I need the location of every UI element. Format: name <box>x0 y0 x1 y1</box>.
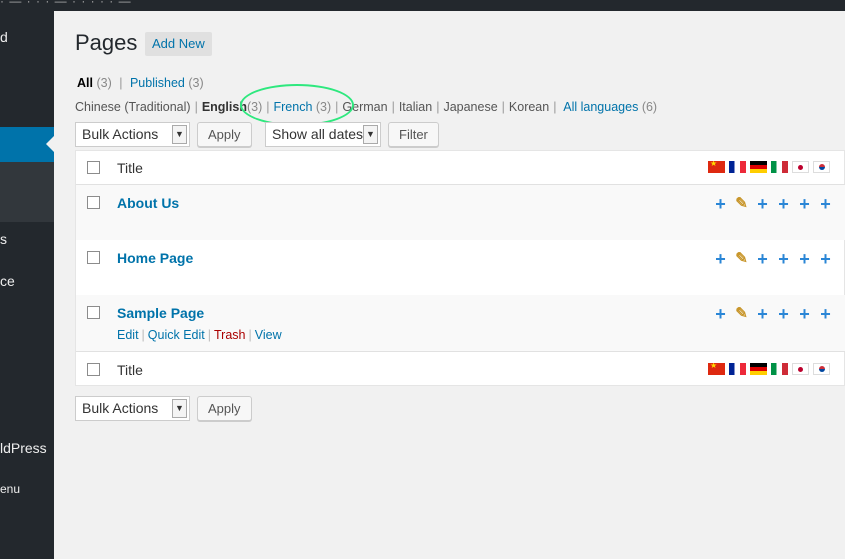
page-title: Pages <box>75 30 138 55</box>
page-title-link[interactable]: Sample Page <box>117 305 204 321</box>
add-translation-icon[interactable]: + <box>773 195 794 213</box>
select-all-checkbox-footer[interactable] <box>87 363 100 376</box>
add-translation-icon[interactable]: + <box>710 195 731 213</box>
view-all-link[interactable]: All <box>77 76 93 90</box>
add-translation-icon[interactable]: + <box>815 250 836 268</box>
add-translation-icon[interactable]: + <box>752 195 773 213</box>
view-published-count: (3) <box>188 76 204 90</box>
table-row: Sample Page Edit | Quick Edit | Trash | View +… <box>76 295 845 351</box>
add-translation-icon[interactable]: + <box>815 195 836 213</box>
flag-germany-icon <box>750 161 767 173</box>
chevron-down-icon: ▼ <box>172 399 187 418</box>
bulk-actions-select-bottom[interactable]: Bulk Actions ▼ <box>75 396 190 421</box>
page-title-link[interactable]: About Us <box>117 195 179 211</box>
flag-japan-icon <box>792 161 809 173</box>
chevron-down-icon: ▼ <box>363 125 378 144</box>
all-languages-count: (6) <box>641 100 658 114</box>
admin-bar: · — · · · — · · · · · — <box>0 0 845 11</box>
flag-china-icon: ★ <box>708 363 725 375</box>
flag-korea-icon <box>813 161 830 173</box>
flag-italy-icon <box>771 161 788 173</box>
admin-bar-text: · — · · · — · · · · · — <box>0 0 132 8</box>
apply-button-bottom[interactable]: Apply <box>197 396 252 421</box>
table-row: Home Page + ✎ + + + + <box>76 240 845 295</box>
add-translation-icon[interactable]: + <box>794 195 815 213</box>
sidebar-item-dashboard[interactable]: d <box>0 29 54 45</box>
page-title-link[interactable]: Home Page <box>117 250 193 266</box>
edit-translation-icon[interactable]: ✎ <box>731 196 752 212</box>
flag-italy-icon <box>771 363 788 375</box>
sidebar-item-wordpress[interactable]: ldPress <box>0 440 54 456</box>
trash-link[interactable]: Trash <box>214 328 246 342</box>
translation-icons: + ✎ + + + + <box>710 195 836 213</box>
table-footer-row: Title ★ <box>76 351 845 386</box>
title-column-footer[interactable]: Title <box>117 362 143 378</box>
add-translation-icon[interactable]: + <box>752 250 773 268</box>
sidebar-item-plugins[interactable]: s <box>0 231 54 247</box>
pages-table: Title ★ About Us + ✎ + + + + Home Page +… <box>75 150 845 386</box>
view-link[interactable]: View <box>255 328 282 342</box>
bulk-actions-value: Bulk Actions <box>82 400 159 416</box>
lang-japanese-link[interactable]: Japanese <box>443 100 497 114</box>
apply-button-top[interactable]: Apply <box>197 122 252 147</box>
sidebar-item-appearance[interactable]: ce <box>0 273 54 289</box>
translation-icons: + ✎ + + + + <box>710 305 836 323</box>
sidebar-submenu <box>0 162 54 222</box>
view-published-link[interactable]: Published <box>130 76 185 90</box>
add-translation-icon[interactable]: + <box>710 250 731 268</box>
flag-germany-icon <box>750 363 767 375</box>
edit-link[interactable]: Edit <box>117 328 139 342</box>
language-flags-footer: ★ <box>708 363 830 375</box>
table-row: About Us + ✎ + + + + <box>76 185 845 240</box>
filter-button[interactable]: Filter <box>388 122 439 147</box>
all-languages-link[interactable]: All languages <box>563 100 638 114</box>
view-all-count: (3) <box>96 76 112 90</box>
language-flags: ★ <box>708 161 830 173</box>
bulk-actions-select-top[interactable]: Bulk Actions ▼ <box>75 122 190 147</box>
edit-translation-icon[interactable]: ✎ <box>731 306 752 322</box>
add-translation-icon[interactable]: + <box>752 305 773 323</box>
row-checkbox[interactable] <box>87 251 100 264</box>
lang-italian-link[interactable]: Italian <box>399 100 432 114</box>
chevron-down-icon: ▼ <box>172 125 187 144</box>
flag-france-icon <box>729 161 746 173</box>
lang-korean-link[interactable]: Korean <box>509 100 549 114</box>
row-checkbox[interactable] <box>87 196 100 209</box>
add-translation-icon[interactable]: + <box>794 250 815 268</box>
lang-chinese-link[interactable]: Chinese (Traditional) <box>75 100 191 114</box>
translation-icons: + ✎ + + + + <box>710 250 836 268</box>
bulk-actions-value: Bulk Actions <box>82 126 159 142</box>
add-new-button[interactable]: Add New <box>145 32 212 56</box>
sidebar-item-collapse-menu[interactable]: enu <box>0 482 54 496</box>
language-filter-links: Chinese (Traditional) | English(3) | French … <box>75 100 658 114</box>
highlight-annotation <box>240 84 354 126</box>
status-filter-links: All (3) | Published (3) <box>77 76 204 90</box>
title-column-header[interactable]: Title <box>117 160 143 176</box>
row-actions: Edit | Quick Edit | Trash | View <box>117 328 282 342</box>
flag-china-icon: ★ <box>708 161 725 173</box>
quick-edit-link[interactable]: Quick Edit <box>148 328 205 342</box>
edit-translation-icon[interactable]: ✎ <box>731 251 752 267</box>
table-header-row: Title ★ <box>76 151 845 185</box>
date-filter-value: Show all dates <box>272 126 364 142</box>
flag-france-icon <box>729 363 746 375</box>
flag-korea-icon <box>813 363 830 375</box>
date-filter-select[interactable]: Show all dates ▼ <box>265 122 381 147</box>
row-checkbox[interactable] <box>87 306 100 319</box>
add-translation-icon[interactable]: + <box>773 305 794 323</box>
add-translation-icon[interactable]: + <box>794 305 815 323</box>
add-translation-icon[interactable]: + <box>815 305 836 323</box>
flag-japan-icon <box>792 363 809 375</box>
add-translation-icon[interactable]: + <box>773 250 794 268</box>
select-all-checkbox[interactable] <box>87 161 100 174</box>
add-translation-icon[interactable]: + <box>710 305 731 323</box>
admin-sidebar: d s ce ldPress enu <box>0 11 54 559</box>
main-content: Pages Add New All (3) | Published (3) Ch… <box>54 11 845 559</box>
sidebar-item-pages-current[interactable] <box>0 127 54 162</box>
